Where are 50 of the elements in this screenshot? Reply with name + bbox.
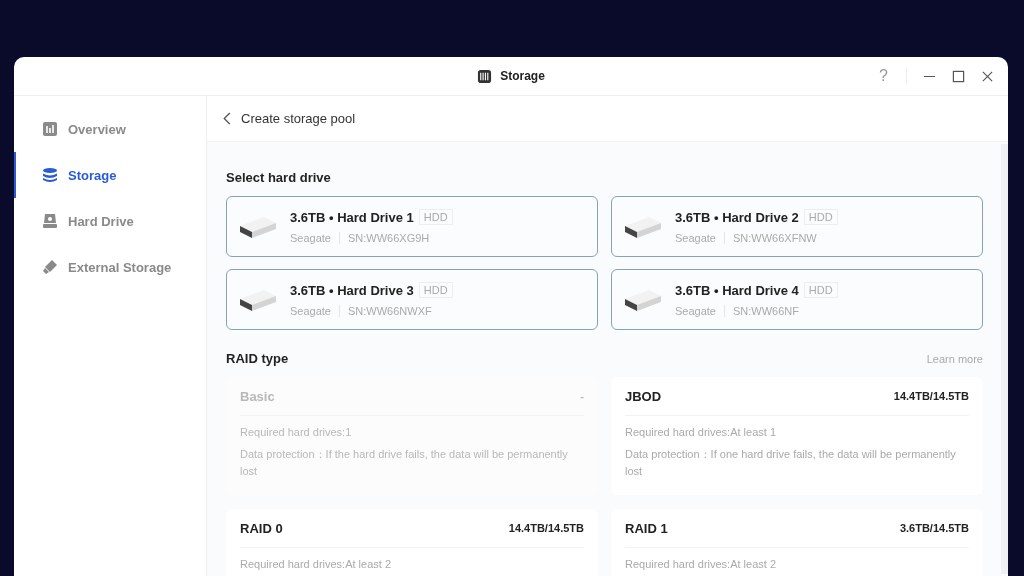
data-protection-text: Data protection：If one hard drive fails, the data will be permanently lost	[625, 447, 957, 479]
drive-icon	[42, 213, 58, 229]
storage-app-icon	[477, 68, 493, 84]
serial-number: SN:WW66NF	[733, 305, 799, 317]
raid-name: RAID 1	[625, 520, 668, 536]
required-drives-text: Required hard drives:At least 1	[625, 425, 778, 440]
maximize-icon[interactable]	[952, 69, 965, 83]
drive-brand: Seagate	[675, 232, 716, 244]
required-drives-text: Required hard drives:1	[240, 425, 353, 440]
capacity-value: -	[580, 390, 584, 402]
drive-name: 3.6TB • Hard Drive 4	[675, 282, 799, 298]
type-badge: HDD	[418, 209, 453, 225]
section-title: Select hard drive	[226, 170, 332, 185]
raid-option-card[interactable]: RAID 0 14.4TB/14.5TB Required hard drives:At least 2	[226, 509, 598, 576]
raid-name: RAID 0	[240, 520, 283, 536]
close-icon[interactable]	[981, 69, 994, 83]
capacity-value: 14.4TB/14.5TB	[893, 390, 969, 402]
database-icon	[42, 167, 58, 183]
raid-name: Basic	[240, 388, 275, 404]
drive-card[interactable]: 3.6TB • Hard Drive 2 HDD Seagate SN:WW66XFNW	[611, 196, 983, 257]
drive-name: 3.6TB • Hard Drive 1	[290, 209, 414, 225]
drive-name: 3.6TB • Hard Drive 2	[675, 209, 799, 225]
section-title: RAID type	[226, 351, 289, 366]
serial-number: SN:WW66XFNW	[733, 232, 817, 244]
required-drives-text: Required hard drives:At least 2	[625, 557, 778, 572]
type-badge: HDD	[803, 282, 838, 298]
drive-card[interactable]: 3.6TB • Hard Drive 4 HDD Seagate SN:WW66NF	[611, 269, 983, 330]
serial-number: SN:WW66XG9H	[348, 232, 430, 244]
raid-option-card[interactable]: JBOD 14.4TB/14.5TB Required hard drives:At least 1 Data protection：If one hard drive fails, the data will be permanently lost	[611, 377, 983, 495]
drive-brand: Seagate	[290, 232, 331, 244]
type-badge: HDD	[803, 209, 838, 225]
window-title: Storage	[500, 69, 545, 83]
drive-card[interactable]: 3.6TB • Hard Drive 1 HDD Seagate SN:WW66XG9H	[226, 196, 598, 257]
raid-option-card[interactable]: RAID 1 3.6TB/14.5TB Required hard drives:At least 2	[611, 509, 983, 576]
serial-number: SN:WW66NWXF	[348, 305, 432, 317]
chart-icon	[42, 121, 58, 137]
required-drives-text: Required hard drives:At least 2	[240, 557, 393, 572]
drive-brand: Seagate	[290, 305, 331, 317]
drive-name: 3.6TB • Hard Drive 3	[290, 282, 414, 298]
drive-brand: Seagate	[675, 305, 716, 317]
drive-card[interactable]: 3.6TB • Hard Drive 3 HDD Seagate SN:WW66NWXF	[226, 269, 598, 330]
capacity-value: 3.6TB/14.5TB	[899, 522, 969, 534]
raid-name: JBOD	[625, 388, 662, 404]
back-button[interactable]: Create storage pool	[221, 109, 358, 128]
usb-drive-icon	[42, 259, 58, 275]
capacity-value: 14.4TB/14.5TB	[508, 522, 584, 534]
scrollbar[interactable]	[1001, 144, 1008, 574]
data-protection-text: Data protection：If the hard drive fails, the data will be permanently lost	[240, 447, 569, 479]
type-badge: HDD	[418, 282, 453, 298]
back-icon	[223, 112, 231, 125]
